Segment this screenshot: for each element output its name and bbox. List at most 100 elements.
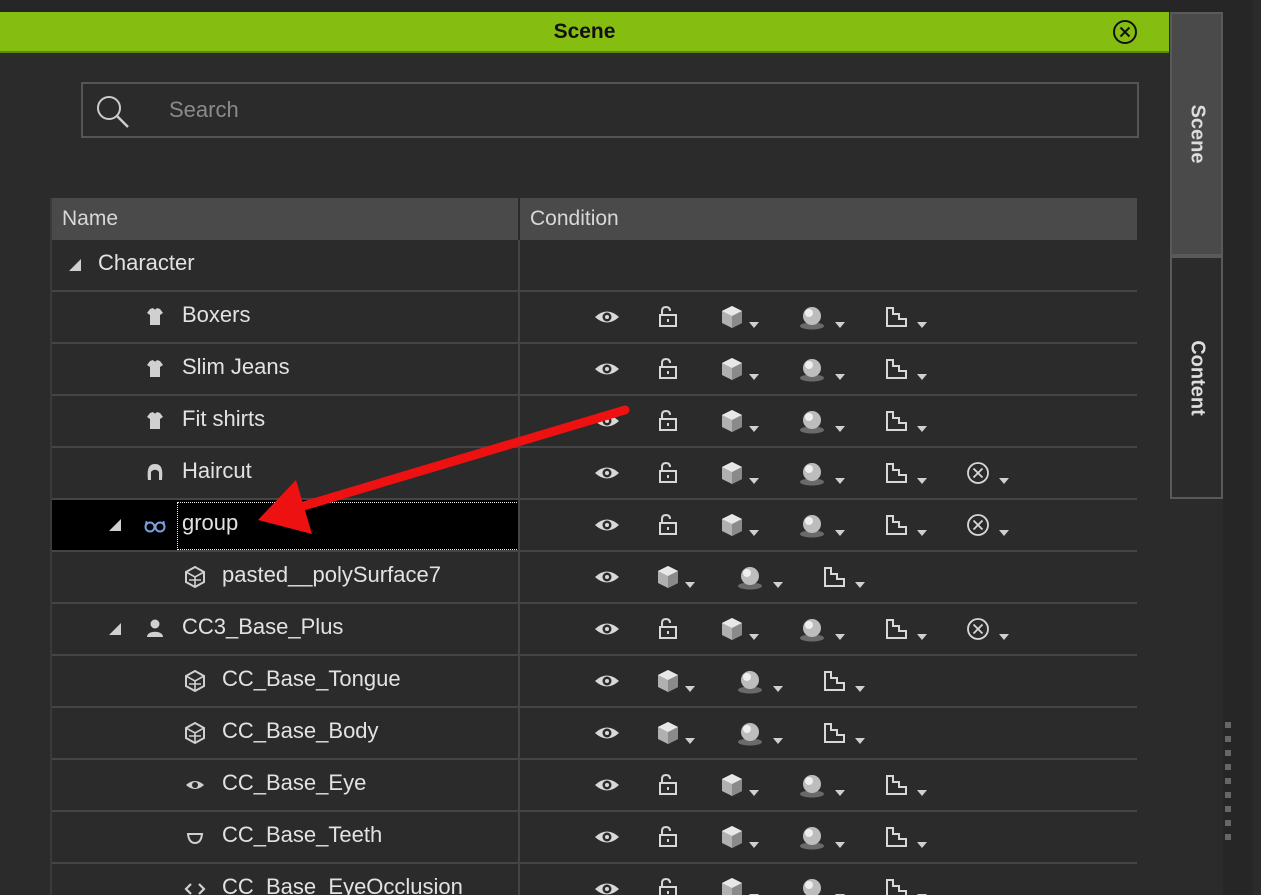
resize-grip-icon[interactable] [1225,722,1231,840]
dropdown-caret-icon[interactable] [749,478,759,484]
dropdown-caret-icon[interactable] [855,738,865,744]
material-sphere-icon[interactable] [797,614,827,644]
material-sphere-icon[interactable] [797,510,827,540]
visibility-eye-icon[interactable] [592,666,622,696]
tree-row[interactable]: CC3_Base_Plus [52,604,1139,656]
material-sphere-icon[interactable] [797,874,827,895]
cube-display-icon[interactable] [717,510,747,540]
cube-display-icon[interactable] [717,354,747,384]
unlock-icon[interactable] [653,822,683,852]
unlock-icon[interactable] [653,354,683,384]
subdivision-icon[interactable] [819,562,849,592]
dropdown-caret-icon[interactable] [917,322,927,328]
material-sphere-icon[interactable] [797,302,827,332]
unlock-icon[interactable] [653,302,683,332]
rename-edit-box[interactable] [177,502,519,550]
dropdown-caret-icon[interactable] [917,478,927,484]
subdivision-icon[interactable] [881,406,911,436]
dropdown-caret-icon[interactable] [685,686,695,692]
material-sphere-icon[interactable] [735,718,765,748]
tree-row[interactable]: CC_Base_Tongue [52,656,1139,708]
dropdown-caret-icon[interactable] [685,582,695,588]
name-cell[interactable]: CC3_Base_Plus [52,604,518,654]
dropdown-caret-icon[interactable] [917,530,927,536]
tree-row[interactable]: Haircut [52,448,1139,500]
subdivision-icon[interactable] [881,302,911,332]
dropdown-caret-icon[interactable] [835,530,845,536]
dropdown-caret-icon[interactable] [855,686,865,692]
collision-off-icon[interactable] [963,510,993,540]
material-sphere-icon[interactable] [797,770,827,800]
name-cell[interactable]: Boxers [52,292,518,342]
dropdown-caret-icon[interactable] [835,842,845,848]
name-cell[interactable]: CC_Base_EyeOcclusion [52,864,518,895]
material-sphere-icon[interactable] [797,458,827,488]
name-cell[interactable]: Character [52,240,518,290]
dropdown-caret-icon[interactable] [835,322,845,328]
subdivision-icon[interactable] [819,718,849,748]
tree-row[interactable]: CC_Base_Teeth [52,812,1139,864]
tree-row[interactable]: Slim Jeans [52,344,1139,396]
tree-row[interactable]: CC_Base_EyeOcclusion [52,864,1139,895]
dropdown-caret-icon[interactable] [773,686,783,692]
subdivision-icon[interactable] [881,458,911,488]
visibility-eye-icon[interactable] [592,822,622,852]
cube-display-icon[interactable] [717,406,747,436]
subdivision-icon[interactable] [881,354,911,384]
tree-row[interactable]: Fit shirts [52,396,1139,448]
dropdown-caret-icon[interactable] [917,790,927,796]
name-cell[interactable]: group [52,500,519,550]
dropdown-caret-icon[interactable] [773,582,783,588]
cube-display-icon[interactable] [653,718,683,748]
visibility-eye-icon[interactable] [592,874,622,895]
cube-display-icon[interactable] [717,874,747,895]
column-header-condition[interactable]: Condition [520,198,1139,240]
dropdown-caret-icon[interactable] [855,582,865,588]
name-cell[interactable]: Haircut [52,448,518,498]
collision-off-icon[interactable] [963,614,993,644]
close-icon[interactable] [1112,19,1138,45]
dropdown-caret-icon[interactable] [917,842,927,848]
visibility-eye-icon[interactable] [592,354,622,384]
tree-row[interactable]: pasted__polySurface7 [52,552,1139,604]
expand-triangle-icon[interactable] [106,516,124,534]
dropdown-caret-icon[interactable] [999,634,1009,640]
subdivision-icon[interactable] [881,510,911,540]
dropdown-caret-icon[interactable] [835,634,845,640]
cube-display-icon[interactable] [717,458,747,488]
visibility-eye-icon[interactable] [592,406,622,436]
dropdown-caret-icon[interactable] [749,790,759,796]
search-input[interactable] [169,92,1069,128]
name-cell[interactable]: CC_Base_Eye [52,760,518,810]
visibility-eye-icon[interactable] [592,614,622,644]
dropdown-caret-icon[interactable] [835,790,845,796]
cube-display-icon[interactable] [717,302,747,332]
visibility-eye-icon[interactable] [592,718,622,748]
cube-display-icon[interactable] [653,562,683,592]
cube-display-icon[interactable] [653,666,683,696]
material-sphere-icon[interactable] [797,822,827,852]
material-sphere-icon[interactable] [735,562,765,592]
subdivision-icon[interactable] [881,874,911,895]
expand-triangle-icon[interactable] [106,620,124,638]
cube-display-icon[interactable] [717,770,747,800]
collision-off-icon[interactable] [963,458,993,488]
unlock-icon[interactable] [653,406,683,436]
visibility-eye-icon[interactable] [592,562,622,592]
dropdown-caret-icon[interactable] [917,426,927,432]
visibility-eye-icon[interactable] [592,770,622,800]
name-cell[interactable]: CC_Base_Body [52,708,518,758]
subdivision-icon[interactable] [819,666,849,696]
unlock-icon[interactable] [653,874,683,895]
unlock-icon[interactable] [653,770,683,800]
dropdown-caret-icon[interactable] [749,426,759,432]
tree-row[interactable]: Boxers [52,292,1139,344]
dropdown-caret-icon[interactable] [835,478,845,484]
name-cell[interactable]: CC_Base_Tongue [52,656,518,706]
dropdown-caret-icon[interactable] [749,842,759,848]
expand-triangle-icon[interactable] [66,256,84,274]
dropdown-caret-icon[interactable] [917,374,927,380]
material-sphere-icon[interactable] [735,666,765,696]
dropdown-caret-icon[interactable] [835,374,845,380]
subdivision-icon[interactable] [881,822,911,852]
